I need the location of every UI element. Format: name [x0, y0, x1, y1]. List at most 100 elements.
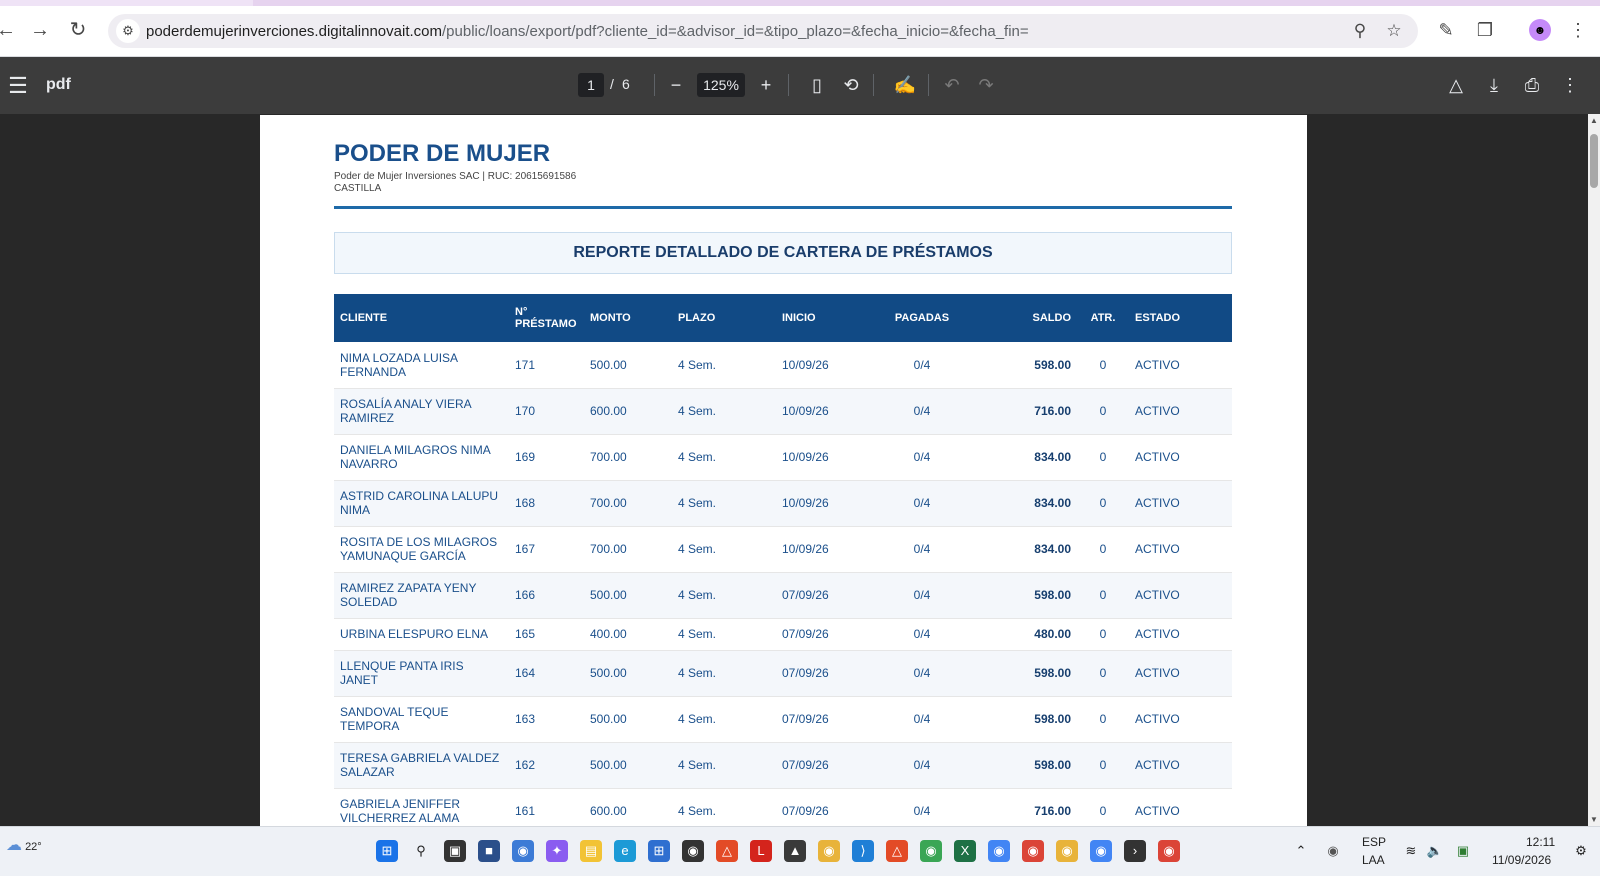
- table-row: TERESA GABRIELA VALDEZ SALAZAR 162 500.00 4 …: [334, 742, 1232, 789]
- store-icon[interactable]: ⊞: [648, 840, 670, 862]
- excel-icon[interactable]: X: [954, 840, 976, 862]
- scroll-down-icon[interactable]: ▼: [1589, 815, 1599, 824]
- tab-strip: [0, 0, 1600, 6]
- app-icon[interactable]: ◉: [682, 840, 704, 862]
- app-l-icon[interactable]: L: [750, 840, 772, 862]
- cell-monto: 500.00: [584, 572, 672, 619]
- profile-avatar[interactable]: ☻: [1529, 19, 1551, 41]
- fit-page-icon[interactable]: ▯: [805, 73, 829, 97]
- file-explorer-icon[interactable]: ▤: [580, 840, 602, 862]
- cell-cliente: ROSALÍA ANALY VIERA RAMIREZ: [334, 388, 509, 435]
- cell-plazo: 4 Sem.: [672, 388, 776, 435]
- cell-monto: 600.00: [584, 388, 672, 435]
- undo-icon[interactable]: ↶: [940, 73, 964, 97]
- cell-pagadas: 0/4: [872, 696, 972, 743]
- cell-monto: 700.00: [584, 526, 672, 573]
- table-row: GABRIELA JENIFFER VILCHERREZ ALAMA 161 600.…: [334, 788, 1232, 826]
- volume-muted-icon[interactable]: 🔈: [1424, 840, 1446, 862]
- language-code[interactable]: ESP: [1362, 835, 1386, 849]
- cell-plazo: 4 Sem.: [672, 480, 776, 527]
- address-bar[interactable]: ⚙ poderdemujerinverciones.digitalinnovai…: [108, 14, 1418, 48]
- security-icon[interactable]: ◉: [1322, 840, 1344, 862]
- bookmark-star-icon[interactable]: ☆: [1384, 21, 1404, 41]
- col-pagadas: PAGADAS: [872, 294, 972, 342]
- table-row: URBINA ELESPURO ELNA 165 400.00 4 Sem. 07/09…: [334, 618, 1232, 651]
- cell-inicio: 07/09/26: [776, 742, 872, 789]
- cell-saldo: 598.00: [972, 696, 1077, 743]
- weather-widget[interactable]: ☁ 22°: [6, 835, 42, 855]
- wifi-icon[interactable]: ≋: [1400, 840, 1422, 862]
- zoom-level-input[interactable]: 125%: [697, 73, 745, 97]
- zoom-in-icon[interactable]: +: [754, 73, 778, 97]
- keyboard-layout[interactable]: LAA: [1362, 853, 1385, 867]
- reload-icon[interactable]: ↻: [66, 18, 90, 42]
- toolbar-divider: [873, 74, 874, 96]
- chrome-icon[interactable]: ◉: [1158, 840, 1180, 862]
- app-icon[interactable]: ◉: [512, 840, 534, 862]
- chrome-icon[interactable]: ◉: [920, 840, 942, 862]
- page-number-input[interactable]: 1: [578, 73, 604, 97]
- cell-nro: 171: [509, 342, 584, 389]
- rotate-icon[interactable]: ⟲: [839, 73, 863, 97]
- viewer-scrollbar[interactable]: ▲ ▼: [1588, 114, 1600, 826]
- zoom-magnifier-icon[interactable]: ⚲: [1350, 21, 1370, 41]
- page-separator: /: [610, 76, 614, 92]
- cell-monto: 500.00: [584, 696, 672, 743]
- copilot-icon[interactable]: ✦: [546, 840, 568, 862]
- pdf-viewer[interactable]: PODER DE MUJER Poder de Mujer Inversione…: [0, 114, 1600, 826]
- client-name-line2: NIMA: [340, 503, 370, 517]
- cell-plazo: 4 Sem.: [672, 572, 776, 619]
- chrome-menu-icon[interactable]: ⋮: [1566, 18, 1590, 42]
- cell-estado: ACTIVO: [1129, 742, 1232, 789]
- table-row: LLENQUE PANTA IRIS JANET 164 500.00 4 Sem. 07…: [334, 650, 1232, 697]
- brave-icon[interactable]: △: [886, 840, 908, 862]
- chrome-icon[interactable]: ◉: [988, 840, 1010, 862]
- app-icon[interactable]: ■: [478, 840, 500, 862]
- cell-atr: 0: [1077, 526, 1129, 573]
- edge-icon[interactable]: e: [614, 840, 636, 862]
- zoom-out-icon[interactable]: −: [664, 73, 688, 97]
- clock-time[interactable]: 12:11: [1526, 835, 1555, 849]
- pdf-title: pdf: [46, 76, 71, 93]
- cell-plazo: 4 Sem.: [672, 742, 776, 789]
- nvidia-icon[interactable]: ▲: [784, 840, 806, 862]
- search-icon[interactable]: ⚲: [410, 840, 432, 862]
- task-view-icon[interactable]: ▣: [444, 840, 466, 862]
- url-text[interactable]: poderdemujerinverciones.digitalinnovait.…: [146, 23, 1029, 40]
- add-to-drive-icon[interactable]: △: [1444, 73, 1468, 97]
- back-icon[interactable]: ←: [0, 18, 18, 42]
- cell-saldo: 598.00: [972, 650, 1077, 697]
- chrome-icon[interactable]: ◉: [1022, 840, 1044, 862]
- chrome-icon[interactable]: ◉: [818, 840, 840, 862]
- terminal-icon[interactable]: ›: [1124, 840, 1146, 862]
- cell-monto: 400.00: [584, 618, 672, 651]
- clock-date[interactable]: 11/09/2026: [1492, 853, 1551, 867]
- brave-icon[interactable]: △: [716, 840, 738, 862]
- scrollbar-thumb[interactable]: [1590, 134, 1598, 188]
- notifications-icon[interactable]: ⚙: [1570, 840, 1592, 862]
- start-windows-icon[interactable]: ⊞: [376, 840, 398, 862]
- battery-icon[interactable]: ▣: [1452, 840, 1474, 862]
- puzzle-extensions-icon[interactable]: ❐: [1473, 18, 1497, 42]
- annotate-icon[interactable]: ✍: [893, 73, 917, 97]
- site-info-icon[interactable]: ⚙: [116, 19, 140, 43]
- vscode-icon[interactable]: ⟩: [852, 840, 874, 862]
- cell-monto: 700.00: [584, 434, 672, 481]
- table-row: ROSITA DE LOS MILAGROS YAMUNAQUE GARCÍA 16…: [334, 526, 1232, 573]
- chrome-icon[interactable]: ◉: [1090, 840, 1112, 862]
- print-icon[interactable]: ⎙: [1520, 73, 1544, 97]
- pdf-more-icon[interactable]: ⋮: [1558, 73, 1582, 97]
- cell-cliente: GABRIELA JENIFFER VILCHERREZ ALAMA: [334, 788, 509, 826]
- download-icon[interactable]: ⤓: [1482, 73, 1506, 97]
- report-title-box: REPORTE DETALLADO DE CARTERA DE PRÉSTAMO…: [334, 232, 1232, 274]
- redo-icon[interactable]: ↷: [974, 73, 998, 97]
- hamburger-menu-icon[interactable]: ☰: [6, 73, 30, 99]
- chrome-icon[interactable]: ◉: [1056, 840, 1078, 862]
- extension-icon[interactable]: ✎: [1434, 18, 1458, 42]
- scroll-up-icon[interactable]: ▲: [1589, 116, 1599, 125]
- chevron-up-icon[interactable]: ⌃: [1290, 840, 1312, 862]
- cell-saldo: 598.00: [972, 742, 1077, 789]
- cell-cliente: DANIELA MILAGROS NIMA NAVARRO: [334, 434, 509, 481]
- forward-icon[interactable]: →: [28, 18, 52, 42]
- cell-estado: ACTIVO: [1129, 480, 1232, 527]
